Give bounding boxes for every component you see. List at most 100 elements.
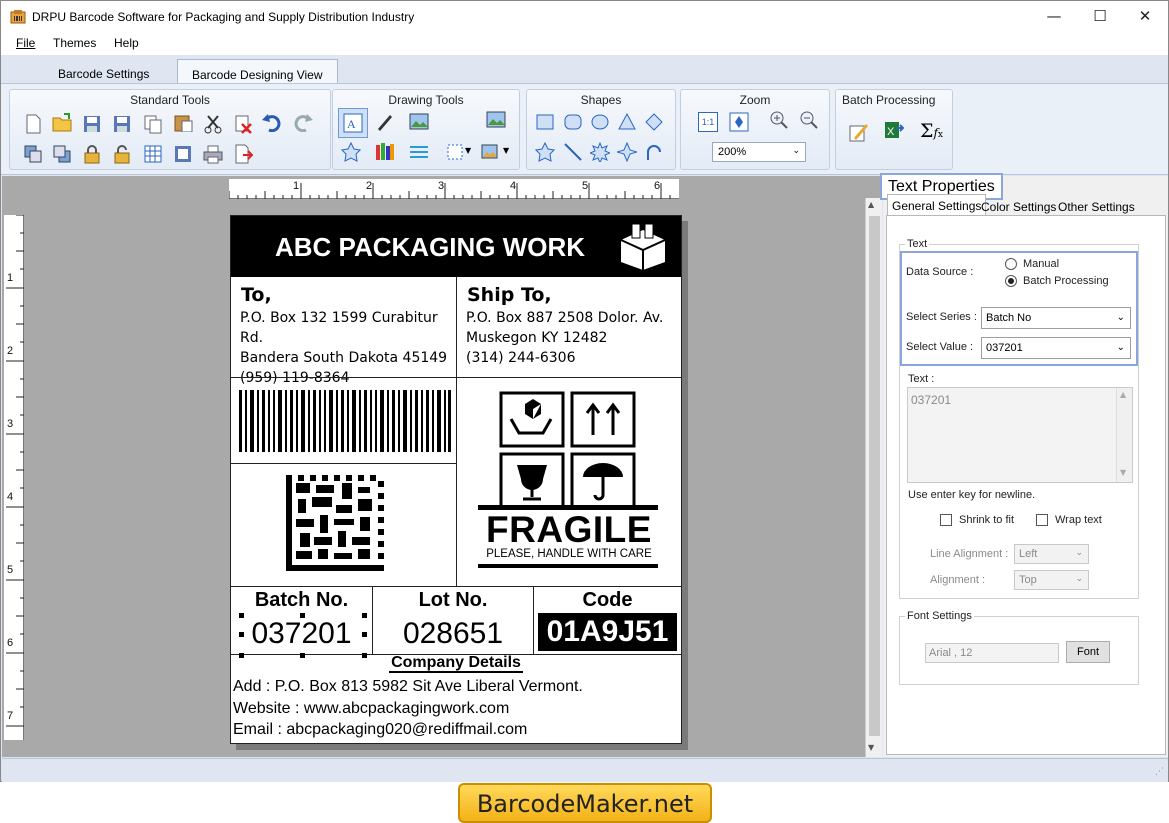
export-icon[interactable] (233, 144, 253, 164)
print-icon[interactable] (203, 144, 223, 164)
line-icon[interactable] (563, 142, 583, 162)
text-input-scrollbar[interactable]: ▲ ▼ (1116, 388, 1132, 482)
menu-help[interactable]: Help (114, 36, 139, 50)
select-series-combo[interactable]: Batch No ⌄ (981, 307, 1131, 329)
scroll-thumb[interactable] (869, 216, 880, 736)
picture-icon[interactable] (409, 112, 429, 132)
fragile-subtitle[interactable]: PLEASE, HANDLE WITH CARE (475, 548, 663, 560)
rectangle-icon[interactable] (535, 112, 555, 132)
grid-icon[interactable] (143, 144, 163, 164)
zoom-out-icon[interactable] (799, 110, 819, 130)
select-shapes-dropdown-icon[interactable]: ▼ (465, 146, 471, 155)
manual-radio[interactable] (1005, 258, 1017, 270)
scroll-down-icon[interactable]: ▼ (868, 743, 874, 752)
print-preview-icon[interactable] (173, 144, 193, 164)
bring-front-icon[interactable] (23, 144, 43, 164)
star-icon[interactable] (535, 142, 555, 162)
scroll-up-icon[interactable]: ▲ (1120, 390, 1126, 399)
label-header[interactable]: ABC PACKAGING WORK (231, 216, 681, 277)
send-back-icon[interactable] (52, 144, 72, 164)
scroll-up-icon[interactable]: ▲ (868, 200, 874, 209)
batch-processing-radio[interactable] (1005, 275, 1017, 287)
ellipse-icon[interactable] (590, 112, 610, 132)
tab-barcode-designing-view[interactable]: Barcode Designing View (177, 59, 338, 83)
select-value-combo[interactable]: 037201 ⌄ (981, 337, 1131, 359)
resize-grip-icon[interactable]: ⋰ (1155, 767, 1164, 777)
lot-value[interactable]: 028651 (373, 617, 533, 651)
text-input[interactable]: 037201 ▲ ▼ (907, 387, 1133, 483)
box-icon[interactable] (617, 222, 669, 272)
image-library-icon[interactable] (486, 110, 506, 130)
fragile-title[interactable]: FRAGILE (476, 510, 662, 550)
datamatrix-barcode[interactable] (286, 475, 384, 571)
selection-handle[interactable] (239, 613, 244, 618)
tab-color-settings[interactable]: Color Settings (977, 197, 1060, 216)
paste-icon[interactable] (173, 112, 193, 132)
maximize-button[interactable]: ☐ (1077, 1, 1123, 31)
to-address[interactable]: P.O. Box 132 1599 Curabitur Rd. Bandera … (240, 308, 460, 388)
actual-size-button[interactable]: 1:1 (698, 112, 718, 132)
line-alignment-combo[interactable]: Left ⌄ (1014, 544, 1089, 564)
unlock-icon[interactable] (112, 144, 132, 164)
burst-icon[interactable] (590, 142, 610, 162)
excel-import-icon[interactable]: X (884, 120, 904, 140)
batch-processing-radio-label[interactable]: Batch Processing (1023, 275, 1109, 287)
selection-handle[interactable] (239, 632, 244, 637)
rounded-rectangle-icon[interactable] (563, 112, 583, 132)
star-tool-icon[interactable] (341, 142, 361, 162)
tab-barcode-settings[interactable]: Barcode Settings (44, 59, 163, 83)
fit-window-icon[interactable] (729, 112, 749, 132)
text-tool-button[interactable]: A (338, 108, 368, 138)
batch-label[interactable]: Batch No. (231, 589, 372, 612)
formula-icon[interactable]: Σfx (920, 120, 943, 142)
copy-icon[interactable] (143, 114, 163, 134)
lot-label[interactable]: Lot No. (373, 589, 533, 612)
delete-icon[interactable] (233, 114, 253, 134)
ship-to-address[interactable]: P.O. Box 887 2508 Dolor. Av. Muskegon KY… (466, 308, 681, 368)
company-email[interactable]: Email : abcpackaging020@rediffmail.com (233, 721, 527, 739)
insert-image-dropdown-icon[interactable]: ▼ (503, 146, 509, 155)
tab-general-settings[interactable]: General Settings (887, 194, 987, 216)
selection-handle[interactable] (362, 632, 367, 637)
triangle-icon[interactable] (617, 112, 637, 132)
fragile-symbols[interactable] (499, 391, 639, 509)
pen-icon[interactable] (375, 112, 395, 132)
scroll-down-icon[interactable]: ▼ (1120, 468, 1126, 477)
lock-icon[interactable] (82, 144, 102, 164)
linear-barcode[interactable] (239, 390, 451, 452)
ship-to-title[interactable]: Ship To, (467, 284, 552, 306)
barcode-label[interactable]: ABC PACKAGING WORK To, P.O. Box 132 1599… (230, 215, 682, 744)
canvas-vertical-scrollbar[interactable]: ▲ ▼ (865, 198, 882, 757)
select-shapes-icon[interactable] (445, 142, 465, 162)
to-title[interactable]: To, (241, 284, 272, 306)
redo-icon[interactable] (293, 112, 313, 132)
shrink-to-fit-label[interactable]: Shrink to fit (959, 514, 1014, 526)
new-icon[interactable] (23, 114, 43, 134)
font-button[interactable]: Font (1066, 641, 1110, 663)
selection-handle[interactable] (362, 613, 367, 618)
four-point-star-icon[interactable] (617, 142, 637, 162)
company-website[interactable]: Website : www.abcpackagingwork.com (233, 700, 509, 718)
alignment-combo[interactable]: Top ⌄ (1014, 570, 1089, 590)
manual-radio-label[interactable]: Manual (1023, 258, 1059, 270)
watermark-icon[interactable] (409, 142, 429, 162)
arc-icon[interactable] (644, 142, 664, 162)
shrink-to-fit-checkbox[interactable] (940, 514, 952, 526)
wrap-text-label[interactable]: Wrap text (1055, 514, 1102, 526)
selection-handle[interactable] (300, 613, 305, 618)
code-label[interactable]: Code (534, 589, 681, 612)
cut-icon[interactable] (203, 114, 223, 134)
company-address[interactable]: Add : P.O. Box 813 5982 Sit Ave Liberal … (233, 678, 583, 696)
library-icon[interactable] (375, 142, 395, 162)
company-title[interactable]: Company Details (389, 654, 523, 673)
menu-file[interactable]: File (16, 36, 35, 50)
save-icon[interactable] (82, 114, 102, 134)
batch-edit-icon[interactable] (848, 122, 868, 142)
close-button[interactable]: ✕ (1122, 1, 1168, 31)
batch-value[interactable]: 037201 (231, 617, 372, 651)
open-icon[interactable] (52, 112, 72, 132)
zoom-in-icon[interactable] (769, 110, 789, 130)
menu-themes[interactable]: Themes (53, 36, 96, 50)
zoom-select[interactable]: 200% ⌄ (712, 142, 806, 162)
font-display[interactable]: Arial , 12 (925, 643, 1059, 663)
